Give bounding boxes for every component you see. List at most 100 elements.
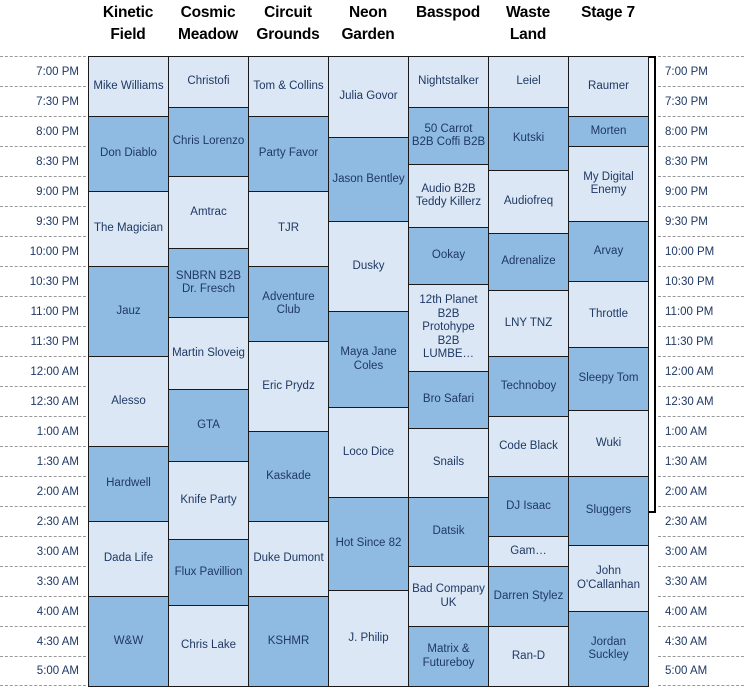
artist-name: Sleepy Tom	[578, 372, 639, 385]
artist-name: Datsik	[432, 525, 465, 538]
schedule-slot[interactable]: Snails	[408, 428, 489, 498]
stage-header-line: Circuit	[264, 4, 312, 21]
schedule-slot[interactable]: Sleepy Tom	[568, 347, 649, 411]
time-label-left: 4:30 AM	[0, 626, 86, 656]
time-label-left: 9:30 PM	[0, 206, 86, 236]
schedule-slot[interactable]: Jason Bentley	[328, 137, 409, 222]
schedule-slot[interactable]: Kaskade	[248, 431, 329, 522]
schedule-slot[interactable]: Bro Safari	[408, 371, 489, 429]
time-label-left: 1:00 AM	[0, 416, 86, 446]
schedule-slot[interactable]: Raumer	[568, 56, 649, 117]
artist-name: Don Diablo	[100, 147, 157, 160]
schedule-slot[interactable]: Audiofreq	[488, 170, 569, 234]
schedule-slot[interactable]: Duke Dumont	[248, 521, 329, 597]
schedule-slot[interactable]: My Digital Enemy	[568, 146, 649, 222]
schedule-slot[interactable]: Jauz	[88, 266, 169, 357]
schedule-slot[interactable]: Matrix & Futureboy	[408, 626, 489, 687]
stage-header-line: Cosmic	[180, 4, 236, 21]
schedule-slot[interactable]: Julia Govor	[328, 56, 409, 138]
schedule-slot[interactable]: Alesso	[88, 356, 169, 447]
stage-header-circuit-grounds: Circuit Grounds	[248, 2, 328, 52]
schedule-slot[interactable]: Maya Jane Coles	[328, 311, 409, 408]
schedule-slot[interactable]: Leiel	[488, 56, 569, 108]
time-label-right: 5:00 AM	[658, 656, 744, 686]
stage-header-kinetic-field: Kinetic Field	[88, 2, 168, 52]
stage-header-line: Grounds	[256, 26, 320, 43]
schedule-slot[interactable]: Datsik	[408, 497, 489, 567]
schedule-slot[interactable]: Loco Dice	[328, 407, 409, 498]
schedule-slot[interactable]: Jordan Suckley	[568, 611, 649, 687]
time-label-left: 10:00 PM	[0, 236, 86, 266]
schedule-slot[interactable]: KSHMR	[248, 596, 329, 687]
time-label-left: 4:00 AM	[0, 596, 86, 626]
stage-header-text: Waste Land	[488, 2, 568, 46]
schedule-slot[interactable]: Tom & Collins	[248, 56, 329, 117]
time-label-right: 4:30 AM	[658, 626, 744, 656]
schedule-slot[interactable]: Amtrac	[168, 176, 249, 249]
artist-name: 50 Carrot B2B Coffi B2B	[411, 122, 486, 149]
artist-name: My Digital Enemy	[583, 170, 634, 197]
artist-name: Tom & Collins	[253, 79, 324, 92]
schedule-slot[interactable]: Wuki	[568, 410, 649, 477]
stage-header-line: Stage 7	[581, 4, 635, 21]
schedule-slot[interactable]: Technoboy	[488, 356, 569, 417]
artist-name: W&W	[113, 634, 144, 647]
time-label-left: 2:30 AM	[0, 506, 86, 536]
time-label-left: 7:00 PM	[0, 56, 86, 86]
schedule-slot[interactable]: Code Black	[488, 416, 569, 477]
schedule-slot[interactable]: Christofi	[168, 56, 249, 108]
schedule-slot[interactable]: 50 Carrot B2B Coffi B2B	[408, 107, 489, 165]
time-label-right: 1:30 AM	[658, 446, 744, 476]
schedule-slot[interactable]: Mike Williams	[88, 56, 169, 117]
artist-name: Christofi	[187, 75, 230, 88]
artist-name: Alesso	[111, 394, 146, 407]
schedule-slot[interactable]: Dada Life	[88, 521, 169, 597]
schedule-slot[interactable]: Adventure Club	[248, 266, 329, 342]
schedule-slot[interactable]: Dusky	[328, 221, 409, 312]
schedule-slot[interactable]: Hot Since 82	[328, 497, 409, 591]
time-label-left: 9:00 PM	[0, 176, 86, 206]
schedule-slot[interactable]: Don Diablo	[88, 116, 169, 192]
stage-header-line: Basspod	[415, 4, 481, 21]
schedule-slot[interactable]: Party Favor	[248, 116, 329, 192]
schedule-slot[interactable]: Darren Stylez	[488, 566, 569, 627]
schedule-slot[interactable]: SNBRN B2B Dr. Fresch	[168, 248, 249, 318]
schedule-slot[interactable]: Throttle	[568, 281, 649, 348]
schedule-slot[interactable]: Arvay	[568, 221, 649, 282]
schedule-slot[interactable]: TJR	[248, 191, 329, 267]
schedule-slot[interactable]: Audio B2B Teddy Killerz	[408, 164, 489, 228]
schedule-slot[interactable]: Ookay	[408, 227, 489, 285]
schedule-slot[interactable]: Kutski	[488, 107, 569, 171]
time-label-left: 1:30 AM	[0, 446, 86, 476]
artist-name: Hot Since 82	[335, 537, 402, 550]
time-label-right: 12:00 AM	[658, 356, 744, 386]
schedule-slot[interactable]: 12th Planet B2B Protohype B2B LUMBE…	[408, 284, 489, 372]
schedule-slot[interactable]: Morten	[568, 116, 649, 147]
schedule-slot[interactable]: Sluggers	[568, 476, 649, 546]
schedule-slot[interactable]: W&W	[88, 596, 169, 687]
schedule-slot[interactable]: Ran-D	[488, 626, 569, 687]
schedule-slot[interactable]: Martin Sloveig	[168, 317, 249, 390]
schedule-slot[interactable]: GTA	[168, 389, 249, 462]
schedule-slot[interactable]: Knife Party	[168, 461, 249, 540]
schedule-slot[interactable]: LNY TNZ	[488, 290, 569, 357]
artist-name: LNY TNZ	[504, 316, 553, 329]
schedule-slot[interactable]: Bad Company UK	[408, 566, 489, 627]
festival-schedule-grid: Kinetic Field Cosmic Meadow Circuit Grounds Ne…	[0, 0, 746, 687]
schedule-slot[interactable]: Chris Lake	[168, 605, 249, 687]
schedule-slot[interactable]: Chris Lorenzo	[168, 107, 249, 177]
artist-name: Kaskade	[266, 469, 311, 482]
schedule-slot[interactable]: Adrenalize	[488, 233, 569, 291]
schedule-slot[interactable]: Flux Pavillion	[168, 539, 249, 606]
schedule-slot[interactable]: The Magician	[88, 191, 169, 267]
schedule-slot[interactable]: Hardwell	[88, 446, 169, 522]
schedule-slot[interactable]: Eric Prydz	[248, 341, 329, 432]
schedule-slot[interactable]: Gam…	[488, 536, 569, 567]
stage-header-text: Cosmic Meadow	[168, 2, 248, 46]
schedule-slot[interactable]: J. Philip	[328, 590, 409, 687]
artist-name: The Magician	[93, 222, 164, 235]
artist-name: Raumer	[588, 79, 629, 92]
schedule-slot[interactable]: John O'Callanhan	[568, 545, 649, 612]
time-label-right: 2:30 AM	[658, 506, 744, 536]
schedule-slot[interactable]: Nightstalker	[408, 56, 489, 108]
